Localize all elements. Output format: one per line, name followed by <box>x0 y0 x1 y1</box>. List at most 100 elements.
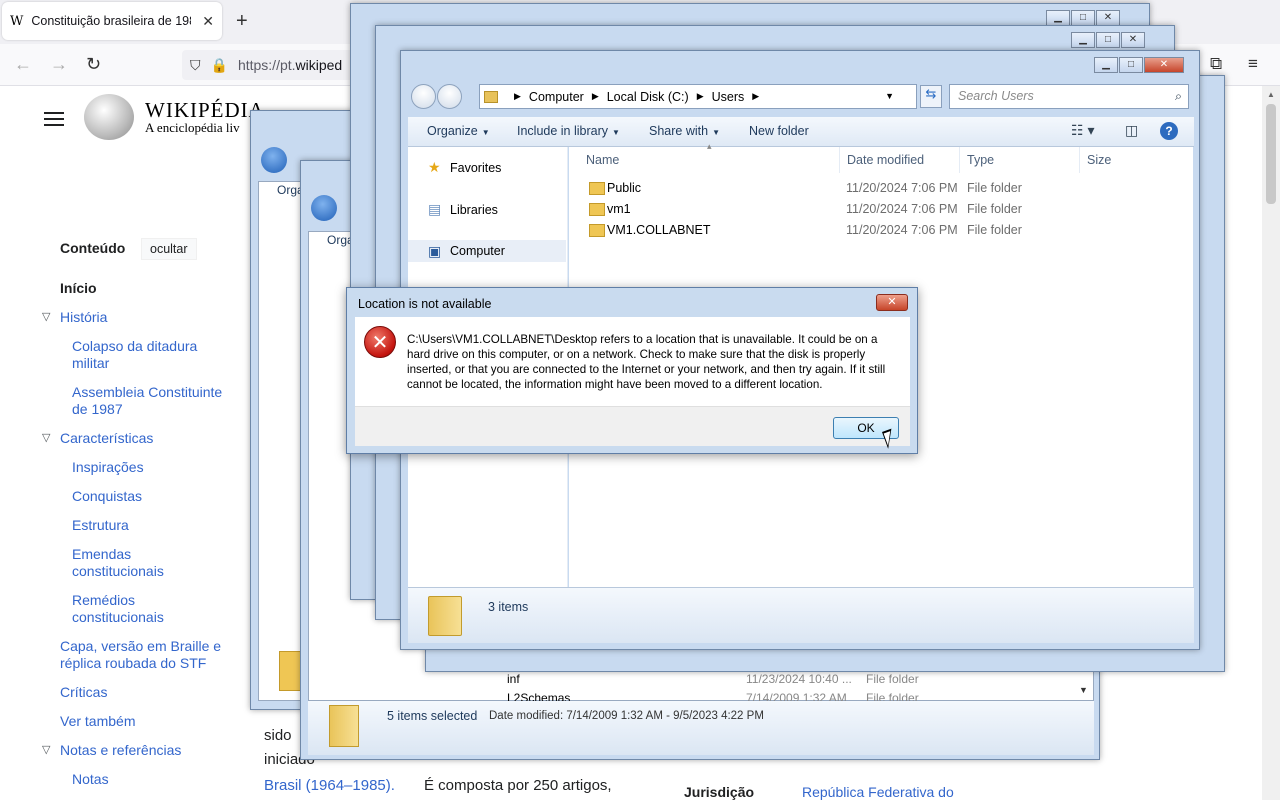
toc-item-notas-referencias[interactable]: Notas e referências <box>60 742 181 759</box>
back-button-icon[interactable] <box>261 147 287 173</box>
search-placeholder: Search Users <box>958 89 1034 103</box>
item-count: 3 items <box>488 600 529 614</box>
computer-icon: ▣ <box>428 242 442 259</box>
folder-icon <box>428 596 462 636</box>
maximize-icon[interactable]: □ <box>1096 32 1120 48</box>
main-menu-icon[interactable] <box>44 108 64 130</box>
wikipedia-tagline: A enciclopédia liv <box>145 120 240 135</box>
search-icon[interactable]: ⌕ <box>1175 85 1182 108</box>
include-in-library-menu[interactable]: Include in library ▼ <box>517 124 620 138</box>
column-size[interactable]: Size <box>1087 153 1111 167</box>
new-tab-button[interactable]: + <box>236 10 248 33</box>
back-button-icon[interactable] <box>311 195 337 221</box>
nav-favorites[interactable]: ★ Favorites <box>428 159 501 176</box>
toc-item-assembleia[interactable]: Assembleia Constituinte de 1987 <box>72 384 232 418</box>
close-icon[interactable]: ✕ <box>1121 32 1145 48</box>
wikipedia-favicon-icon: W <box>10 13 24 29</box>
chevron-down-icon[interactable]: ▽ <box>42 310 50 323</box>
nav-libraries[interactable]: ▤ Libraries <box>428 201 498 218</box>
file-row[interactable]: Public 11/20/2024 7:06 PM File folder <box>569 178 1189 199</box>
infobox-value[interactable]: República Federativa do <box>802 784 954 800</box>
toc-item-emendas[interactable]: Emendas constitucionais <box>72 546 182 580</box>
new-folder-button[interactable]: New folder <box>749 124 809 138</box>
breadcrumb-arrow-icon[interactable]: ▶ <box>514 91 521 102</box>
file-row-type: File folder <box>866 672 919 686</box>
address-bar[interactable]: ▶ Computer ▶ Local Disk (C:) ▶ Users ▶ ▼… <box>479 84 942 109</box>
details-pane: 3 items <box>408 587 1194 643</box>
selection-date-range: Date modified: 7/14/2009 1:32 AM - 9/5/2… <box>489 710 764 722</box>
page-scrollbar[interactable]: ▲ <box>1262 86 1280 800</box>
toc-item-caracteristicas[interactable]: Características <box>60 430 153 447</box>
url-bar[interactable]: ⛉ 🔒 https://pt. wikiped <box>182 50 362 80</box>
window-caption-buttons[interactable]: ▁ □ ✕ <box>1070 32 1145 48</box>
forward-icon[interactable]: → <box>50 54 68 75</box>
toc-item-notas[interactable]: Notas <box>72 771 109 788</box>
folder-icon <box>484 90 498 103</box>
organize-menu[interactable]: Organize ▼ <box>427 124 490 138</box>
maximize-icon[interactable]: □ <box>1071 10 1095 26</box>
maximize-icon[interactable]: □ <box>1119 57 1143 73</box>
toc-item-capa[interactable]: Capa, versão em Braille e réplica roubad… <box>60 638 235 672</box>
url-domain: wikiped <box>295 57 343 73</box>
forward-button-icon[interactable] <box>437 84 462 109</box>
help-icon[interactable]: ? <box>1160 122 1178 140</box>
toc-item-estrutura[interactable]: Estrutura <box>72 517 129 534</box>
view-options-icon[interactable]: ☷ ▾ <box>1071 122 1094 139</box>
close-icon[interactable]: ✕ <box>1096 10 1120 26</box>
lock-icon: 🔒 <box>210 56 228 73</box>
dialog-footer: OK <box>355 406 910 446</box>
nav-computer[interactable]: ▣ Computer <box>408 240 566 262</box>
dialog-title: Location is not available <box>358 297 492 311</box>
toc-item-remedios[interactable]: Remédios constitucionais <box>72 592 182 626</box>
toc-item-inicio[interactable]: Início <box>60 280 97 297</box>
breadcrumb-users[interactable]: Users <box>712 90 745 104</box>
refresh-icon[interactable]: ⇆ <box>920 85 942 108</box>
file-row[interactable]: VM1.COLLABNET 11/20/2024 7:06 PM File fo… <box>569 220 1189 241</box>
extensions-icon[interactable]: ⧉ <box>1210 54 1222 74</box>
toc-item-criticas[interactable]: Críticas <box>60 684 107 701</box>
toc-item-conquistas[interactable]: Conquistas <box>72 488 142 505</box>
breadcrumb-arrow-icon[interactable]: ▶ <box>592 91 599 102</box>
breadcrumb-computer[interactable]: Computer <box>529 90 584 104</box>
folder-icon <box>329 705 359 747</box>
libraries-icon: ▤ <box>428 201 442 217</box>
toc-item-inspiracoes[interactable]: Inspirações <box>72 459 144 476</box>
back-icon[interactable]: ← <box>14 54 32 75</box>
reload-icon[interactable]: ↻ <box>86 54 101 75</box>
scroll-up-icon[interactable]: ▲ <box>1267 90 1275 99</box>
breadcrumb-local-disk[interactable]: Local Disk (C:) <box>607 90 689 104</box>
scroll-thumb[interactable] <box>1266 104 1276 204</box>
address-dropdown-icon[interactable]: ▼ <box>885 91 894 101</box>
close-icon[interactable]: ✕ <box>1144 57 1184 73</box>
file-row[interactable]: vm1 11/20/2024 7:06 PM File folder <box>569 199 1189 220</box>
column-date-modified[interactable]: Date modified <box>847 153 924 167</box>
chevron-down-icon[interactable]: ▽ <box>42 743 50 756</box>
column-type[interactable]: Type <box>967 153 994 167</box>
back-button-icon[interactable] <box>411 84 436 109</box>
toc-item-colapso[interactable]: Colapso da ditadura militar <box>72 338 222 372</box>
window-caption-buttons[interactable]: ▁ □ ✕ <box>1045 10 1120 26</box>
column-name[interactable]: Name <box>586 153 619 167</box>
dialog-close-icon[interactable]: ✕ <box>876 294 908 311</box>
dialog-body: ✕ C:\Users\VM1.COLLABNET\Desktop refers … <box>355 317 910 406</box>
preview-pane-icon[interactable]: ◫ <box>1125 122 1138 139</box>
scroll-down-icon[interactable]: ▼ <box>1079 685 1088 695</box>
minimize-icon[interactable]: ▁ <box>1071 32 1095 48</box>
toc-item-historia[interactable]: História <box>60 309 107 326</box>
close-tab-icon[interactable]: ✕ <box>202 13 214 30</box>
file-row-name[interactable]: inf <box>507 672 520 686</box>
article-link[interactable]: Brasil (1964–1985). <box>264 777 395 794</box>
minimize-icon[interactable]: ▁ <box>1094 57 1118 73</box>
wikipedia-globe-logo[interactable] <box>84 94 134 140</box>
breadcrumb-arrow-icon[interactable]: ▶ <box>752 91 759 102</box>
toc-hide-button[interactable]: ocultar <box>141 238 197 260</box>
search-input[interactable]: Search Users ⌕ <box>949 84 1189 109</box>
share-with-menu[interactable]: Share with ▼ <box>649 124 720 138</box>
breadcrumb-arrow-icon[interactable]: ▶ <box>697 91 704 102</box>
browser-tab[interactable]: W Constituição brasileira de 1988 ✕ <box>2 2 222 40</box>
window-caption-buttons[interactable]: ▁ □ ✕ <box>1093 57 1184 73</box>
menu-icon[interactable]: ≡ <box>1248 54 1258 74</box>
chevron-down-icon[interactable]: ▽ <box>42 431 50 444</box>
toc-item-ver-tambem[interactable]: Ver também <box>60 713 135 730</box>
minimize-icon[interactable]: ▁ <box>1046 10 1070 26</box>
